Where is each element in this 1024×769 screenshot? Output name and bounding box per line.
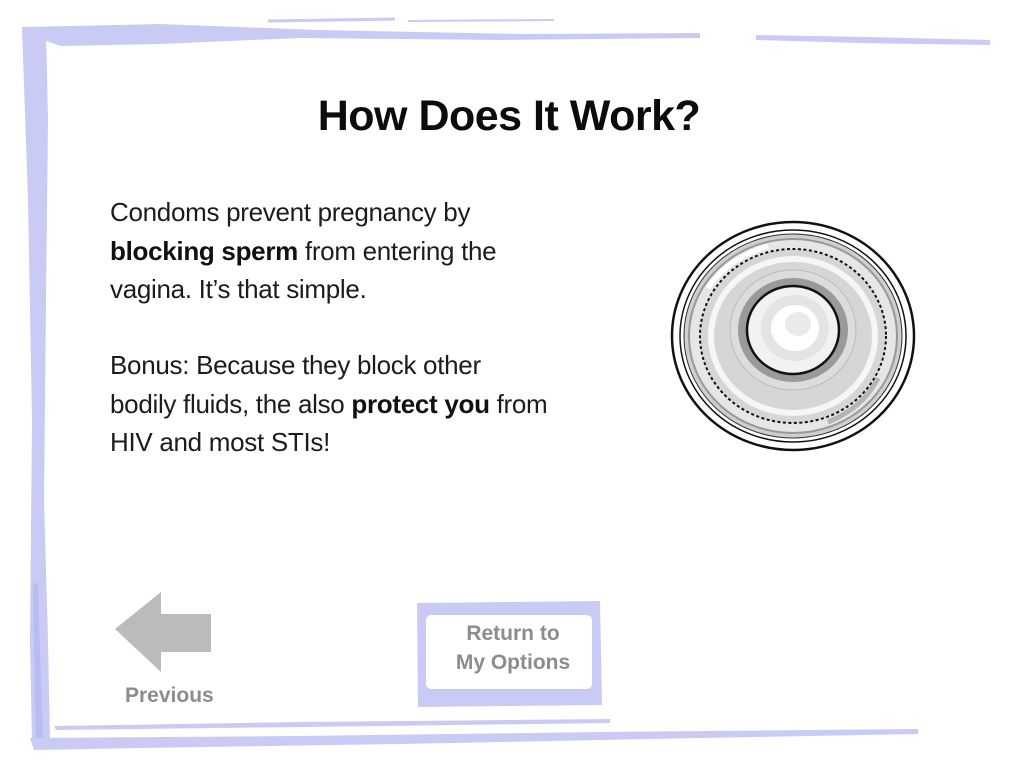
explanation-paragraph: Condoms prevent pregnancy by blocking sp…: [110, 193, 550, 309]
return-to-options-button[interactable]: Return to My Options: [416, 601, 602, 707]
emphasis-text: protect you: [351, 388, 490, 419]
bonus-paragraph: Bonus: Because they block other bodily f…: [110, 346, 550, 462]
return-to-options-label: Return to My Options: [442, 619, 584, 677]
slide: How Does It Work? Condoms prevent pregna…: [0, 0, 1024, 769]
left-arrow-icon: [115, 592, 211, 672]
page-title: How Does It Work?: [317, 92, 701, 140]
previous-label: Previous: [125, 684, 214, 707]
paragraph-text: Condoms prevent pregnancy by: [110, 197, 471, 227]
return-label-line: My Options: [455, 651, 571, 674]
condom-illustration-icon: [670, 220, 916, 452]
emphasis-text: blocking sperm: [110, 235, 298, 266]
return-label-line: Return to: [466, 622, 560, 645]
previous-button[interactable]: Previous: [112, 590, 232, 715]
